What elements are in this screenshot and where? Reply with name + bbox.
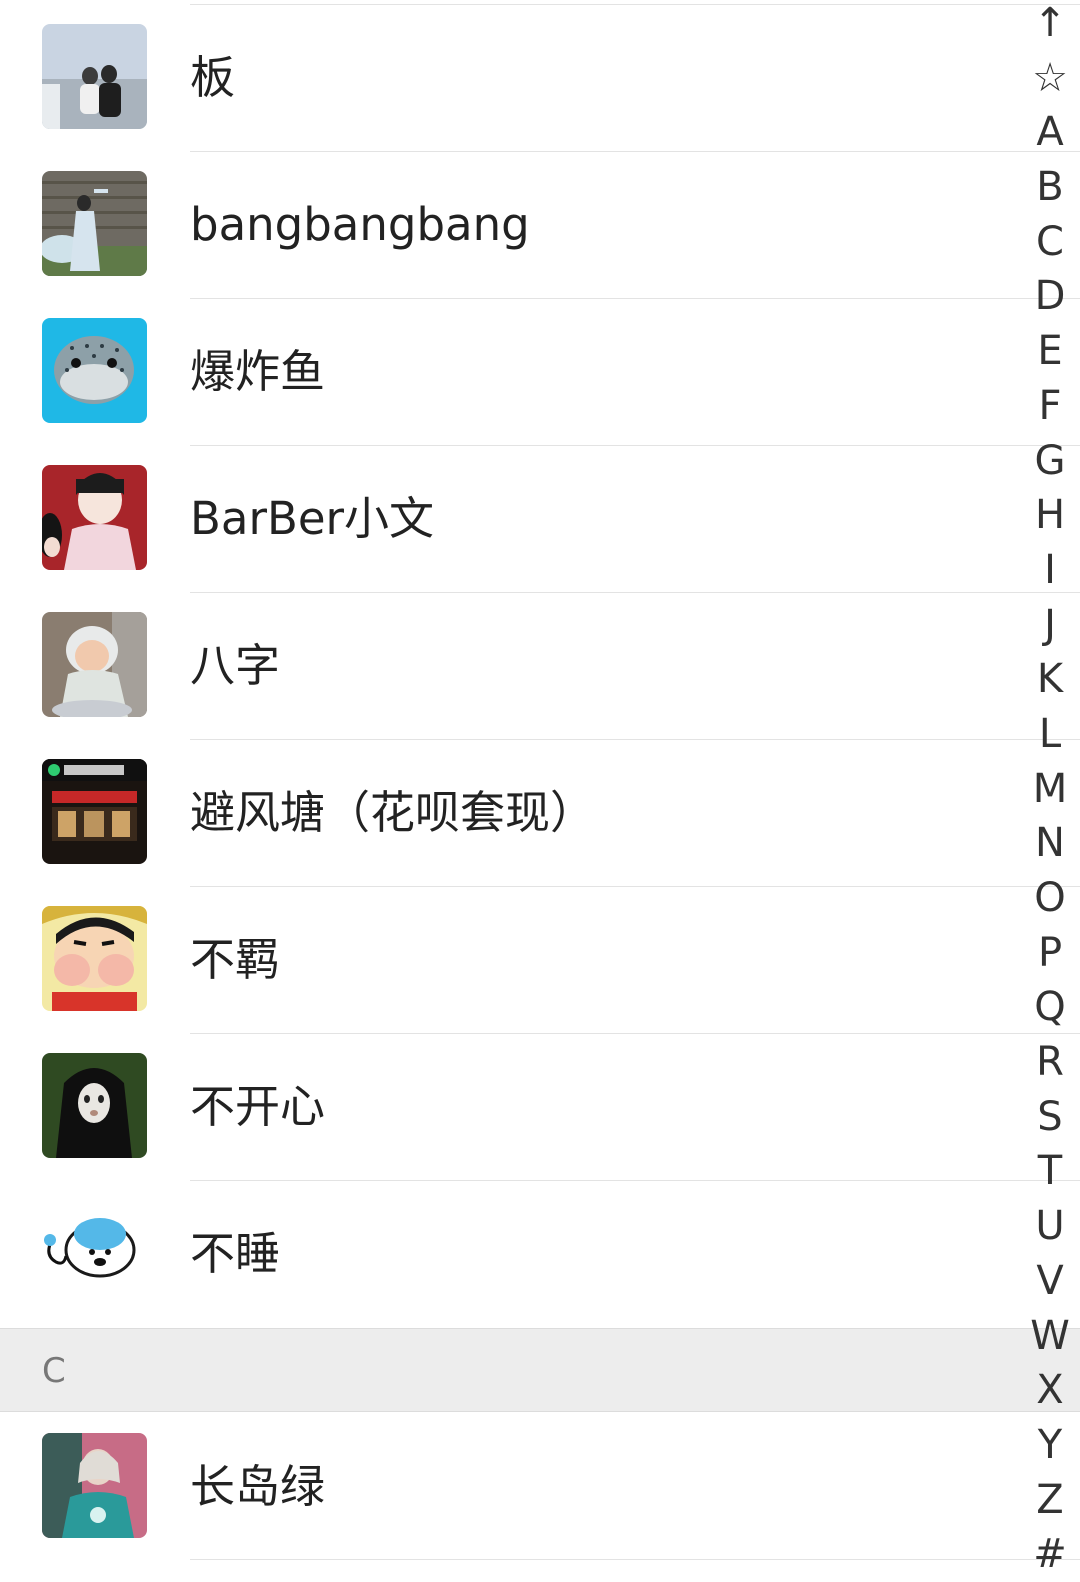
index-letter-b[interactable]: B	[1020, 160, 1080, 215]
contact-row[interactable]: bangbangbang	[0, 151, 1080, 298]
contact-name: BarBer小文	[190, 492, 435, 545]
index-letter-z[interactable]: Z	[1020, 1473, 1080, 1528]
row-divider	[190, 592, 1080, 593]
avatar-masked-icon	[42, 1053, 147, 1158]
index-letter-a[interactable]: A	[1020, 105, 1080, 160]
index-letter-x[interactable]: X	[1020, 1363, 1080, 1418]
index-letter-s[interactable]: S	[1020, 1090, 1080, 1145]
section-header-label: C	[42, 1351, 66, 1391]
contact-row[interactable]: 八字	[0, 592, 1080, 739]
index-letter-p[interactable]: P	[1020, 926, 1080, 981]
index-letter-c[interactable]: C	[1020, 215, 1080, 270]
index-star[interactable]: ☆	[1020, 51, 1080, 106]
index-letter-r[interactable]: R	[1020, 1035, 1080, 1090]
avatar-shopfront-icon	[42, 759, 147, 864]
index-letter-y[interactable]: Y	[1020, 1418, 1080, 1473]
index-hash[interactable]: #	[1020, 1527, 1080, 1582]
avatar-anime-boy-icon	[42, 465, 147, 570]
contact-row[interactable]: 不羁	[0, 886, 1080, 1033]
index-letter-q[interactable]: Q	[1020, 980, 1080, 1035]
contact-list: 板 bangbangbang 爆炸鱼 BarBer小文 八字 避风塘（花呗套现）…	[0, 0, 1080, 1564]
contact-row[interactable]: 板	[0, 4, 1080, 151]
index-top-arrow[interactable]: ↑	[1020, 0, 1080, 51]
contact-name: 爆炸鱼	[190, 345, 326, 398]
index-letter-u[interactable]: U	[1020, 1199, 1080, 1254]
index-letter-m[interactable]: M	[1020, 762, 1080, 817]
contact-row[interactable]: 不开心	[0, 1033, 1080, 1180]
index-letter-i[interactable]: I	[1020, 543, 1080, 598]
avatar-girl-wall-icon	[42, 171, 147, 276]
contact-name: 不羁	[190, 933, 281, 986]
avatar-pufferfish-icon	[42, 318, 147, 423]
index-letter-h[interactable]: H	[1020, 488, 1080, 543]
index-letter-t[interactable]: T	[1020, 1144, 1080, 1199]
index-letter-j[interactable]: J	[1020, 598, 1080, 653]
index-letter-w[interactable]: W	[1020, 1309, 1080, 1364]
contact-name: 板	[190, 51, 236, 104]
contact-row[interactable]: 避风塘（花呗套现）	[0, 739, 1080, 886]
avatar-cartoon-boy-icon	[42, 906, 147, 1011]
contact-row[interactable]: 不睡	[0, 1180, 1080, 1327]
index-letter-d[interactable]: D	[1020, 269, 1080, 324]
contact-row[interactable]: BarBer小文	[0, 445, 1080, 592]
row-divider	[190, 4, 1080, 5]
index-letter-f[interactable]: F	[1020, 379, 1080, 434]
contact-name: 长岛绿	[190, 1460, 326, 1513]
avatar-baby-icon	[42, 612, 147, 717]
index-letter-g[interactable]: G	[1020, 434, 1080, 489]
contact-name: 避风塘（花呗套现）	[190, 786, 596, 839]
alphabet-index-bar[interactable]: ↑ ☆ A B C D E F G H I J K L M N O P Q R S T U V W X Y Z #	[1020, 0, 1080, 1577]
index-letter-v[interactable]: V	[1020, 1254, 1080, 1309]
row-divider	[190, 886, 1080, 887]
section-header-c: C	[0, 1328, 1080, 1412]
row-divider	[190, 1180, 1080, 1181]
contact-row[interactable]: 长岛绿	[0, 1413, 1080, 1560]
contact-name: 八字	[190, 639, 281, 692]
avatar-sticker-icon	[42, 1200, 147, 1305]
row-divider	[190, 1559, 1080, 1560]
contact-name: bangbangbang	[190, 198, 530, 251]
index-letter-k[interactable]: K	[1020, 652, 1080, 707]
contact-name: 不开心	[190, 1080, 326, 1133]
contact-name: 不睡	[190, 1227, 281, 1280]
index-letter-n[interactable]: N	[1020, 816, 1080, 871]
index-letter-l[interactable]: L	[1020, 707, 1080, 762]
index-letter-e[interactable]: E	[1020, 324, 1080, 379]
contact-row[interactable]: 爆炸鱼	[0, 298, 1080, 445]
avatar-couple-icon	[42, 24, 147, 129]
index-letter-o[interactable]: O	[1020, 871, 1080, 926]
avatar-girl-teal-icon	[42, 1433, 147, 1538]
